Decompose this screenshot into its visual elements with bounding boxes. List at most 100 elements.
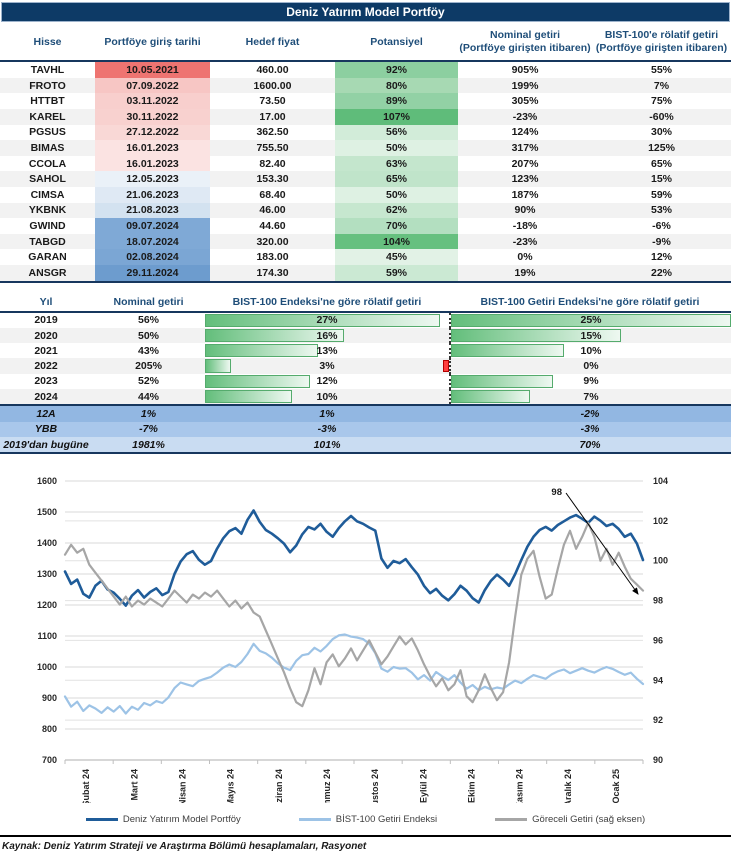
bist-relative-bar-cell: 10% (205, 389, 449, 404)
getiri-relative-bar-cell: 0% (443, 358, 731, 374)
table-row: 2019 56% 27% 25% (0, 312, 731, 328)
stock-ticker: HTTBT (30, 95, 65, 108)
relative-return-line (63, 521, 645, 708)
legend-item: Deniz Yatırım Model Portföy (85, 814, 241, 825)
left-axis-tick-label: 1400 (37, 538, 57, 548)
potential-cell: 50% (335, 140, 458, 156)
legend-item: BİST-100 Getiri Endeksi (298, 814, 437, 825)
target-price-cell: 73.50 (259, 95, 286, 108)
entry-date-cell: 30.11.2022 (95, 109, 210, 125)
left-axis-tick-label: 1200 (37, 600, 57, 610)
target-price-cell: 183.00 (256, 251, 289, 264)
nominal-return-cell: 123% (511, 173, 539, 186)
table-row: CCOLA 16.01.2023 82.40 63% 207% 65% (0, 155, 731, 172)
stock-ticker: GWIND (29, 219, 66, 232)
year-cell: 2024 (34, 390, 58, 403)
bist-relative-cell: 1% (319, 407, 335, 420)
stock-ticker: GARAN (28, 251, 67, 264)
nominal-return-cell: 124% (511, 126, 539, 139)
x-axis-month-label: Ekim 24 (466, 769, 476, 803)
relative-return-cell: -6% (652, 219, 671, 232)
bist-relative-bar-cell: 12% (205, 374, 449, 389)
right-axis-tick-label: 102 (653, 516, 668, 526)
nominal-return-cell: 50% (137, 329, 159, 342)
nominal-return-cell: 205% (135, 360, 162, 373)
column-header-bist100-rolatif: BIST-100 Endeksi'ne göre rölatif getiri (232, 295, 422, 308)
entry-date-cell: 02.08.2024 (95, 249, 210, 265)
report-title-text: Deniz Yatırım Model Portföy (286, 5, 445, 19)
x-axis-month-label: Temmuz 24 (322, 769, 332, 803)
column-header-hisse: Hisse (33, 35, 62, 48)
stock-ticker: TAVHL (30, 64, 65, 77)
nominal-return-cell: 199% (511, 79, 539, 92)
bar-value-label: 0% (583, 360, 599, 373)
bar-value-label: 9% (583, 375, 599, 388)
nominal-return-cell: 1% (140, 407, 157, 420)
bist-relative-bar-cell: 13% (205, 343, 449, 358)
nominal-return-cell: -18% (512, 219, 538, 232)
nominal-return-cell: 52% (137, 375, 159, 388)
table-row: 2024 44% 10% 7% (0, 389, 731, 405)
entry-date-cell: 29.11.2024 (95, 264, 210, 281)
stock-ticker: SAHOL (29, 173, 66, 186)
bar-value-label: 7% (583, 390, 599, 403)
performance-chart: 1600 1500 1400 1300 1200 1100 1000 900 800 700 104… (0, 458, 731, 829)
stock-ticker: BIMAS (30, 142, 65, 155)
table-row: TAVHL 10.05.2021 460.00 92% 905% 55% (0, 62, 731, 78)
summary-row: 12A 1% 1% -2% (0, 406, 731, 422)
line-chart: 1600 1500 1400 1300 1200 1100 1000 900 800 700 104… (37, 476, 668, 818)
yearly-table-header: Yıl Nominal getiri BIST-100 Endeksi'ne g… (0, 292, 731, 313)
entry-date-cell: 12.05.2023 (95, 171, 210, 187)
nominal-return-cell: 44% (137, 390, 159, 403)
right-axis-tick-label: 94 (653, 676, 663, 686)
nominal-return-cell: 56% (137, 314, 159, 327)
target-price-cell: 1600.00 (253, 79, 292, 92)
relative-return-cell: -9% (652, 235, 671, 248)
table-row: KAREL 30.11.2022 17.00 107% -23% -60% (0, 109, 731, 125)
target-price-cell: 82.40 (259, 157, 286, 170)
nominal-return-cell: 90% (514, 204, 536, 217)
x-axis-month-label: Eylül 24 (418, 769, 428, 803)
right-axis-tick-label: 92 (653, 715, 663, 725)
column-header-rolatif-getiri: BIST-100'e rölatif getiri (Portföye giri… (595, 29, 728, 55)
footer: Kaynak: Deniz Yatırım Strateji ve Araştı… (0, 835, 731, 852)
table-row: 2021 43% 13% 10% (0, 343, 731, 359)
right-axis-tick-label: 98 (653, 596, 663, 606)
relative-return-cell: 53% (650, 204, 672, 217)
column-header-yil: Yıl (39, 295, 53, 308)
potential-cell: 65% (335, 171, 458, 187)
entry-date-cell: 09.07.2024 (95, 218, 210, 234)
table-row: 2023 52% 12% 9% (0, 373, 731, 390)
relative-return-cell: 7% (653, 79, 670, 92)
portfolio-table-body: TAVHL 10.05.2021 460.00 92% 905% 55% FROTO 07.0… (0, 62, 731, 283)
table-row: CIMSA 21.06.2023 68.40 50% 187% 59% (0, 187, 731, 203)
table-row: PGSUS 27.12.2022 362.50 56% 124% 30% (0, 124, 731, 141)
potential-cell: 62% (335, 202, 458, 219)
table-row: BIMAS 16.01.2023 755.50 50% 317% 125% (0, 140, 731, 156)
bar-value-label: 13% (316, 344, 338, 357)
entry-date-cell: 16.01.2023 (95, 140, 210, 156)
relative-return-cell: -60% (649, 110, 674, 123)
bar-value-label: 16% (316, 329, 338, 342)
potential-cell: 70% (335, 218, 458, 234)
stock-ticker: ANSGR (28, 266, 67, 279)
potential-cell: 45% (335, 249, 458, 265)
getiri-relative-bar-cell: 25% (449, 312, 731, 328)
nominal-return-cell: 305% (511, 95, 539, 108)
nominal-return-cell: 187% (511, 188, 539, 201)
potential-cell: 104% (335, 233, 458, 250)
legend-label: Göreceli Getiri (sağ eksen) (532, 813, 646, 825)
relative-return-cell: 30% (650, 126, 672, 139)
summary-row: YBB -7% -3% -3% (0, 421, 731, 437)
target-price-cell: 17.00 (259, 110, 286, 123)
bar-value-label: 10% (316, 390, 338, 403)
target-price-cell: 46.00 (259, 204, 286, 217)
column-header-nominal-getiri: Nominal getiri (Portföye girişten itibar… (459, 29, 591, 55)
potential-cell: 56% (335, 124, 458, 141)
x-axis-month-label: Mayıs 24 (226, 769, 236, 803)
nominal-return-cell: 317% (511, 142, 539, 155)
target-price-cell: 755.50 (256, 142, 289, 155)
x-axis-month-label: Nisan 24 (177, 769, 187, 803)
year-cell: 2020 (34, 329, 58, 342)
legend-item: Göreceli Getiri (sağ eksen) (495, 814, 645, 825)
